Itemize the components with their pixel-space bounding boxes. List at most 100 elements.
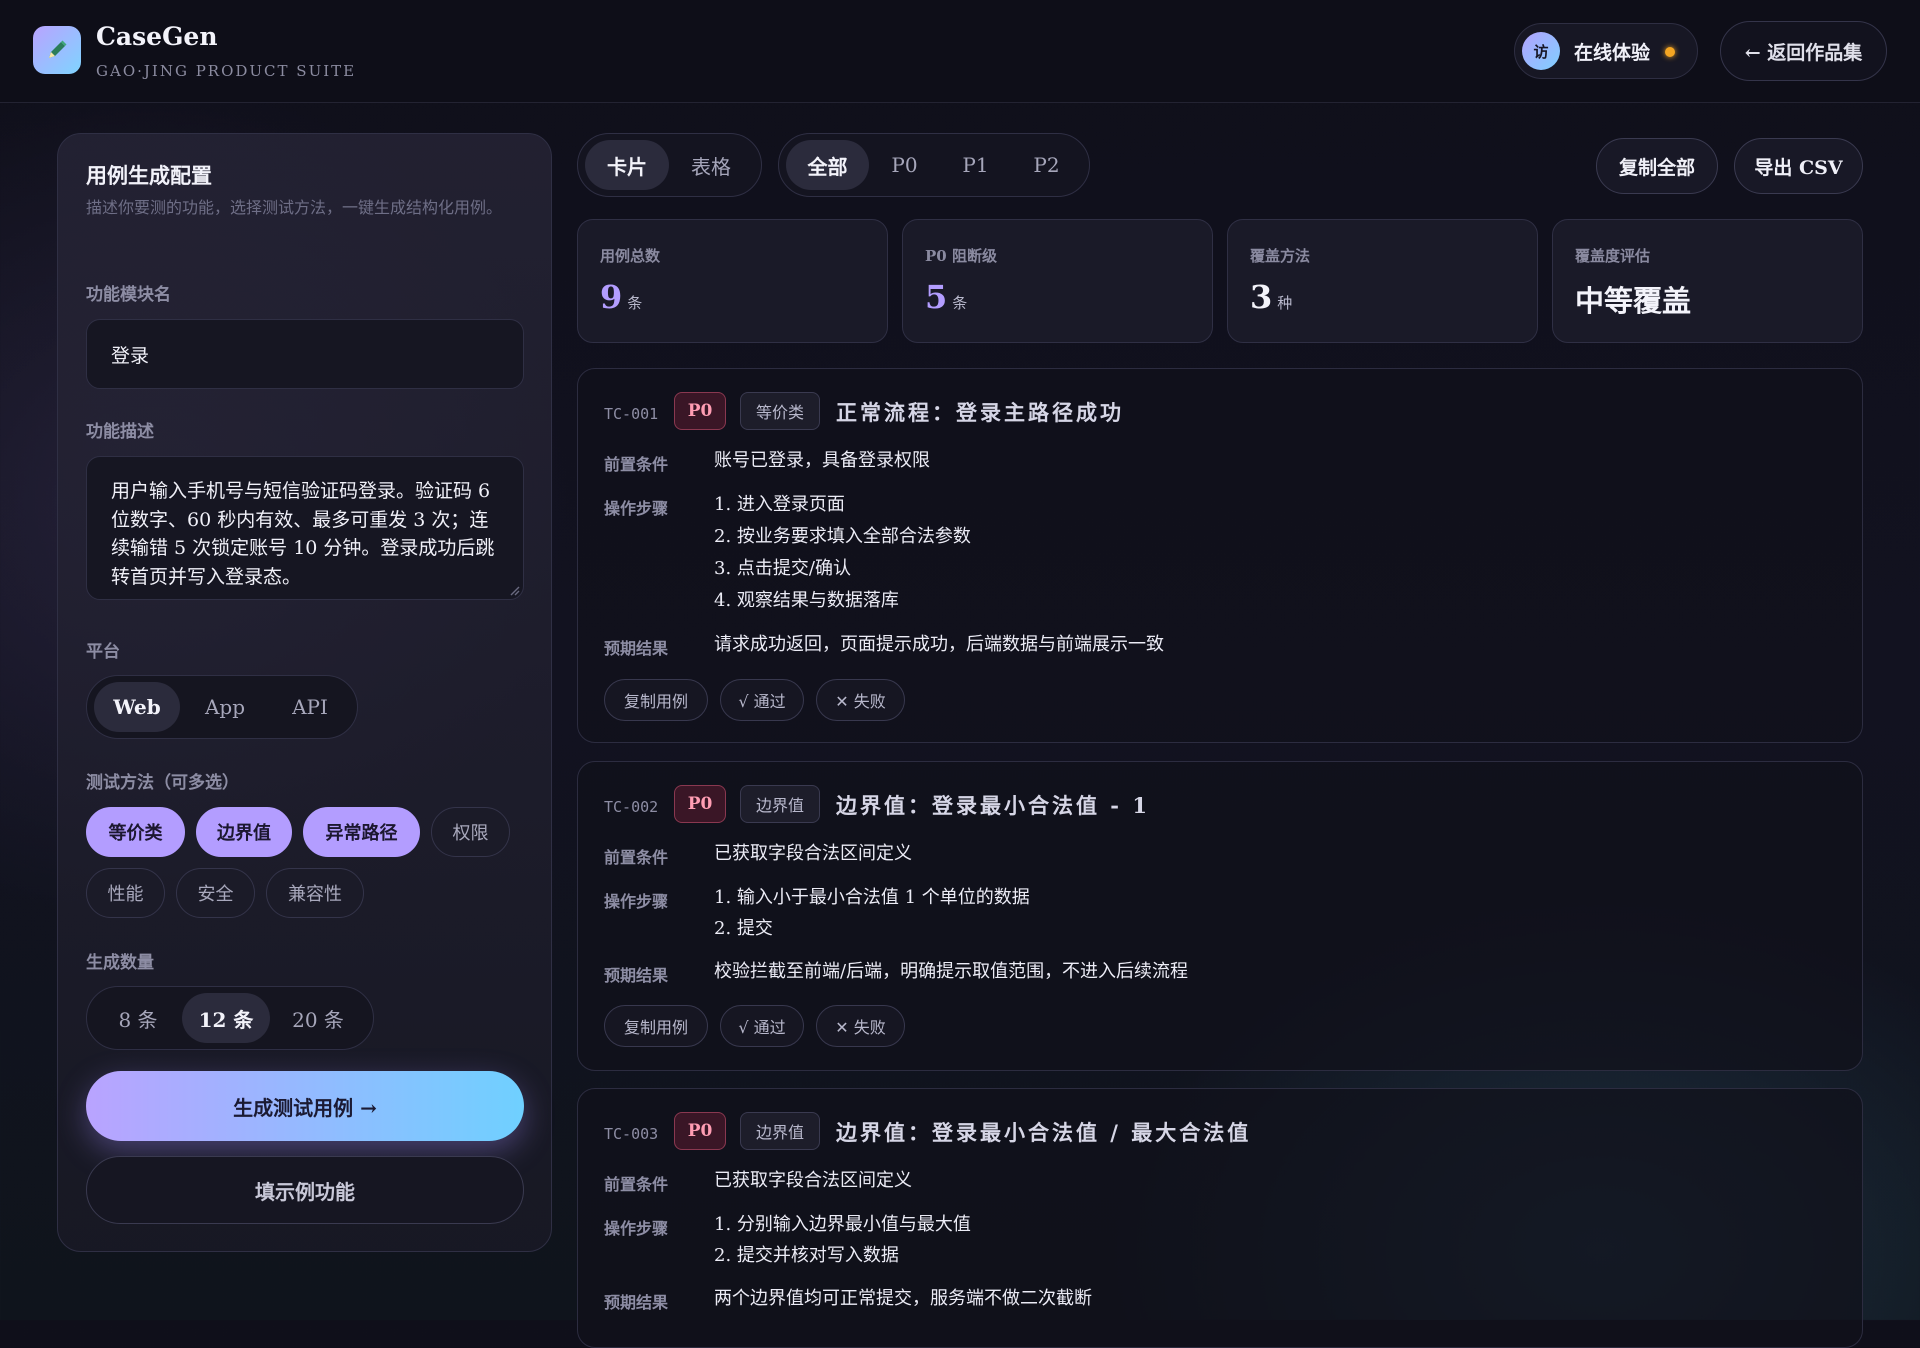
precondition-label: 前置条件 xyxy=(604,455,669,474)
priority-badge: P0 xyxy=(674,1112,726,1150)
platform-option-web[interactable]: Web xyxy=(94,682,180,732)
filter-p1[interactable]: P1 xyxy=(940,140,1011,190)
precondition-label: 前置条件 xyxy=(604,848,669,867)
back-to-portfolio-button[interactable]: ← 返回作品集 xyxy=(1720,21,1887,81)
expected-text: 请求成功返回，页面提示成功，后端数据与前端展示一致 xyxy=(714,634,1164,655)
platform-selector: Web App API xyxy=(86,675,358,739)
expected-text: 两个边界值均可正常提交，服务端不做二次截断 xyxy=(714,1288,1092,1309)
copy-case-button[interactable]: 复制用例 xyxy=(604,679,708,721)
case-title: 正常流程：登录主路径成功 xyxy=(836,400,1124,425)
precondition-label: 前置条件 xyxy=(604,1175,669,1194)
case-title: 边界值：登录最小合法值 - 1 xyxy=(836,793,1150,818)
step-item: 2. 按业务要求填入全部合法参数 xyxy=(714,526,971,547)
stat-card-p0: P0 阻断级 5条 xyxy=(902,219,1213,343)
method-chip-equivalence[interactable]: 等价类 xyxy=(86,807,185,857)
stat-unit: 种 xyxy=(1277,294,1293,312)
step-item: 4. 观察结果与数据落库 xyxy=(714,590,899,611)
view-switcher: 卡片 表格 xyxy=(577,133,762,197)
stat-value-wrap: 3种 xyxy=(1250,278,1292,316)
app-name: CaseGen xyxy=(96,22,218,51)
step-item: 1. 分别输入边界最小值与最大值 xyxy=(714,1214,971,1235)
step-item: 3. 点击提交/确认 xyxy=(714,558,851,579)
method-chip-boundary[interactable]: 边界值 xyxy=(196,807,292,857)
priority-badge: P0 xyxy=(674,785,726,823)
panel-description: 描述你要测的功能，选择测试方法，一键生成结构化用例。 xyxy=(86,198,503,217)
generate-cases-button[interactable]: 生成测试用例 → xyxy=(86,1071,524,1141)
module-name-input[interactable]: 登录 xyxy=(86,319,524,389)
stat-value: 5 xyxy=(925,278,948,316)
count-option-20[interactable]: 20 条 xyxy=(270,993,366,1043)
stat-value: 9 xyxy=(600,278,623,316)
avatar: 访 xyxy=(1522,32,1560,70)
mark-fail-button[interactable]: ✕ 失败 xyxy=(816,1005,905,1047)
method-chip-permission[interactable]: 权限 xyxy=(431,807,510,857)
case-card: TC-003 P0 边界值 边界值：登录最小合法值 / 最大合法值 前置条件 已… xyxy=(577,1088,1863,1348)
panel-title: 用例生成配置 xyxy=(86,163,212,188)
method-badge: 边界值 xyxy=(740,1112,821,1150)
suite-name: GAO·JING PRODUCT SUITE xyxy=(96,62,357,80)
online-demo-pill[interactable]: 访 在线体验 xyxy=(1514,23,1698,79)
step-item: 2. 提交并核对写入数据 xyxy=(714,1245,899,1266)
description-text: 用户输入手机号与短信验证码登录。验证码 6 位数字、60 秒内有效、最多可重发 … xyxy=(111,480,495,588)
copy-case-button[interactable]: 复制用例 xyxy=(604,1005,708,1047)
platform-option-api[interactable]: API xyxy=(270,682,350,732)
mark-fail-button[interactable]: ✕ 失败 xyxy=(816,679,905,721)
resize-handle-icon[interactable] xyxy=(508,584,520,596)
app-logo[interactable] xyxy=(33,26,81,74)
stat-unit: 条 xyxy=(627,294,643,312)
description-textarea[interactable]: 用户输入手机号与短信验证码登录。验证码 6 位数字、60 秒内有效、最多可重发 … xyxy=(86,456,524,600)
filter-p2[interactable]: P2 xyxy=(1011,140,1082,190)
tab-card-view[interactable]: 卡片 xyxy=(585,140,669,190)
filter-p0[interactable]: P0 xyxy=(869,140,940,190)
method-chip-exception-path[interactable]: 异常路径 xyxy=(303,807,420,857)
top-bar: CaseGen GAO·JING PRODUCT SUITE 访 在线体验 ← … xyxy=(0,0,1920,103)
case-card: TC-001 P0 等价类 正常流程：登录主路径成功 前置条件 账号已登录，具备… xyxy=(577,368,1863,743)
stat-card-total: 用例总数 9条 xyxy=(577,219,888,343)
test-methods-label: 测试方法（可多选） xyxy=(86,773,239,793)
status-dot-icon xyxy=(1665,47,1675,57)
platform-option-app[interactable]: App xyxy=(180,682,270,732)
stat-label: 用例总数 xyxy=(600,247,661,265)
tab-table-view[interactable]: 表格 xyxy=(669,140,753,190)
method-chip-security[interactable]: 安全 xyxy=(176,868,255,918)
steps-label: 操作步骤 xyxy=(604,892,669,911)
expected-label: 预期结果 xyxy=(604,966,669,985)
fill-example-button[interactable]: 填示例功能 xyxy=(86,1156,524,1224)
pen-icon xyxy=(49,40,67,58)
expected-text: 校验拦截至前端/后端，明确提示取值范围，不进入后续流程 xyxy=(714,961,1189,982)
stat-value-wrap: 9条 xyxy=(600,278,642,316)
stat-card-methods: 覆盖方法 3种 xyxy=(1227,219,1538,343)
step-item: 1. 输入小于最小合法值 1 个单位的数据 xyxy=(714,887,1030,908)
case-title: 边界值：登录最小合法值 / 最大合法值 xyxy=(836,1120,1252,1145)
count-label: 生成数量 xyxy=(86,953,154,973)
step-item: 1. 进入登录页面 xyxy=(714,494,845,515)
export-csv-button[interactable]: 导出 CSV xyxy=(1734,138,1863,194)
step-item: 2. 提交 xyxy=(714,918,773,939)
config-panel: 用例生成配置 描述你要测的功能，选择测试方法，一键生成结构化用例。 功能模块名 … xyxy=(57,133,552,1252)
stat-label: P0 阻断级 xyxy=(925,247,997,265)
steps-label: 操作步骤 xyxy=(604,499,669,518)
description-label: 功能描述 xyxy=(86,422,154,442)
expected-label: 预期结果 xyxy=(604,1293,669,1312)
case-card: TC-002 P0 边界值 边界值：登录最小合法值 - 1 前置条件 已获取字段… xyxy=(577,761,1863,1071)
priority-filter: 全部 P0 P1 P2 xyxy=(778,133,1090,197)
stat-unit: 条 xyxy=(952,294,968,312)
mark-pass-button[interactable]: √ 通过 xyxy=(720,679,804,721)
online-demo-label: 在线体验 xyxy=(1574,41,1651,64)
stat-value-wrap: 中等覆盖 xyxy=(1575,278,1691,320)
stat-value: 3 xyxy=(1250,278,1273,316)
filter-all[interactable]: 全部 xyxy=(786,140,869,190)
copy-all-button[interactable]: 复制全部 xyxy=(1596,138,1718,194)
priority-badge: P0 xyxy=(674,392,726,430)
stat-card-coverage: 覆盖度评估 中等覆盖 xyxy=(1552,219,1863,343)
method-chip-performance[interactable]: 性能 xyxy=(86,868,165,918)
count-selector: 8 条 12 条 20 条 xyxy=(86,986,374,1050)
precondition-text: 账号已登录，具备登录权限 xyxy=(714,450,930,471)
count-option-12[interactable]: 12 条 xyxy=(182,993,270,1043)
stat-value-wrap: 5条 xyxy=(925,278,967,316)
method-chip-compatibility[interactable]: 兼容性 xyxy=(266,868,364,918)
precondition-text: 已获取字段合法区间定义 xyxy=(714,843,912,864)
count-option-8[interactable]: 8 条 xyxy=(94,993,182,1043)
method-badge: 等价类 xyxy=(740,392,821,430)
mark-pass-button[interactable]: √ 通过 xyxy=(720,1005,804,1047)
